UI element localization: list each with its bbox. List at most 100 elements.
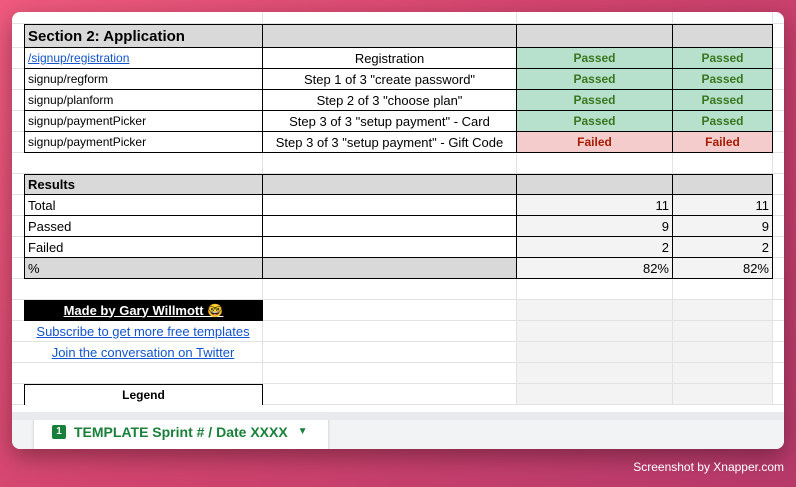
chevron-down-icon[interactable]: ▼ (298, 426, 308, 437)
result-value[interactable]: 82% (673, 258, 773, 279)
blank-row (12, 279, 784, 300)
twitter-link[interactable]: Join the conversation on Twitter (24, 342, 263, 363)
step-cell[interactable]: Step 1 of 3 "create password" (263, 69, 517, 90)
step-cell[interactable]: Registration (263, 48, 517, 69)
subscribe-link[interactable]: Subscribe to get more free templates (24, 321, 263, 342)
sheet-grid: Section 2: Application /signup/registrat… (12, 12, 784, 412)
cell[interactable] (673, 384, 773, 405)
results-title[interactable]: Results (24, 174, 263, 195)
sheet-number-icon: 1 (52, 424, 66, 439)
results-row: Total 11 11 (12, 195, 784, 216)
sheet-tab-label: TEMPLATE Sprint # / Date XXXX (74, 423, 288, 440)
status-badge[interactable]: Failed (517, 132, 673, 153)
results-row: % 82% 82% (12, 258, 784, 279)
cell[interactable] (517, 12, 673, 24)
blank-row (12, 363, 784, 384)
cell[interactable] (673, 24, 773, 48)
cell[interactable] (24, 12, 263, 24)
results-header-row: Results (12, 174, 784, 195)
status-badge[interactable]: Passed (517, 69, 673, 90)
cell[interactable] (517, 24, 673, 48)
cell[interactable] (517, 384, 673, 405)
path-cell[interactable]: signup/paymentPicker (24, 132, 263, 153)
twitter-row: Join the conversation on Twitter (12, 342, 784, 363)
status-badge[interactable]: Passed (517, 90, 673, 111)
result-value[interactable]: 11 (517, 195, 673, 216)
table-row: signup/planform Step 2 of 3 "choose plan… (12, 90, 784, 111)
table-row: signup/regform Step 1 of 3 "create passw… (12, 69, 784, 90)
status-badge[interactable]: Passed (517, 48, 673, 69)
cell[interactable] (673, 300, 773, 321)
cell[interactable] (24, 153, 263, 174)
table-row: /signup/registration Registration Passed… (12, 48, 784, 69)
legend-row: Legend (12, 384, 784, 405)
blank-row (12, 153, 784, 174)
screenshot-credit: Screenshot by Xnapper.com (633, 460, 784, 474)
cell[interactable] (24, 279, 263, 300)
status-badge[interactable]: Failed (673, 132, 773, 153)
path-cell[interactable]: signup/paymentPicker (24, 111, 263, 132)
cell[interactable] (673, 12, 773, 24)
cell[interactable] (517, 174, 673, 195)
cell[interactable] (263, 279, 517, 300)
blank-row (12, 12, 784, 24)
cell[interactable] (517, 363, 673, 384)
status-badge[interactable]: Passed (673, 69, 773, 90)
section-header-row: Section 2: Application (12, 24, 784, 48)
step-cell[interactable]: Step 2 of 3 "choose plan" (263, 90, 517, 111)
step-cell[interactable]: Step 3 of 3 "setup payment" - Card (263, 111, 517, 132)
result-value[interactable]: 9 (673, 216, 773, 237)
status-badge[interactable]: Passed (673, 90, 773, 111)
cell[interactable] (263, 258, 517, 279)
status-badge[interactable]: Passed (517, 111, 673, 132)
path-link[interactable]: /signup/registration (24, 48, 263, 69)
horizontal-scrollbar[interactable] (12, 412, 784, 420)
cell[interactable] (673, 279, 773, 300)
cell[interactable] (263, 321, 517, 342)
path-cell[interactable]: signup/regform (24, 69, 263, 90)
path-cell[interactable]: signup/planform (24, 90, 263, 111)
result-label[interactable]: % (24, 258, 263, 279)
cell[interactable] (263, 216, 517, 237)
cell[interactable] (263, 342, 517, 363)
cell[interactable] (517, 279, 673, 300)
cell[interactable] (517, 321, 673, 342)
status-badge[interactable]: Passed (673, 48, 773, 69)
cell[interactable] (263, 300, 517, 321)
results-row: Failed 2 2 (12, 237, 784, 258)
cell[interactable] (263, 24, 517, 48)
cell[interactable] (673, 321, 773, 342)
cell[interactable] (263, 237, 517, 258)
status-badge[interactable]: Passed (673, 111, 773, 132)
cell[interactable] (263, 174, 517, 195)
cell[interactable] (673, 342, 773, 363)
cell[interactable] (263, 153, 517, 174)
result-value[interactable]: 11 (673, 195, 773, 216)
cell[interactable] (673, 153, 773, 174)
cell[interactable] (517, 342, 673, 363)
cell[interactable] (673, 363, 773, 384)
result-value[interactable]: 82% (517, 258, 673, 279)
result-value[interactable]: 2 (673, 237, 773, 258)
made-by-link[interactable]: Made by Gary Willmott 🤓 (24, 300, 263, 321)
cell[interactable] (517, 300, 673, 321)
result-label[interactable]: Passed (24, 216, 263, 237)
results-row: Passed 9 9 (12, 216, 784, 237)
result-label[interactable]: Total (24, 195, 263, 216)
table-row: signup/paymentPicker Step 3 of 3 "setup … (12, 111, 784, 132)
cell[interactable] (517, 153, 673, 174)
cell[interactable] (263, 384, 517, 405)
cell[interactable] (263, 12, 517, 24)
cell[interactable] (24, 363, 263, 384)
step-cell[interactable]: Step 3 of 3 "setup payment" - Gift Code (263, 132, 517, 153)
result-label[interactable]: Failed (24, 237, 263, 258)
section-title[interactable]: Section 2: Application (24, 24, 263, 48)
credit-row: Made by Gary Willmott 🤓 (12, 300, 784, 321)
cell[interactable] (263, 195, 517, 216)
result-value[interactable]: 9 (517, 216, 673, 237)
cell[interactable] (673, 174, 773, 195)
spreadsheet-window: Section 2: Application /signup/registrat… (12, 12, 784, 449)
cell[interactable] (263, 363, 517, 384)
legend-header[interactable]: Legend (24, 384, 263, 405)
result-value[interactable]: 2 (517, 237, 673, 258)
